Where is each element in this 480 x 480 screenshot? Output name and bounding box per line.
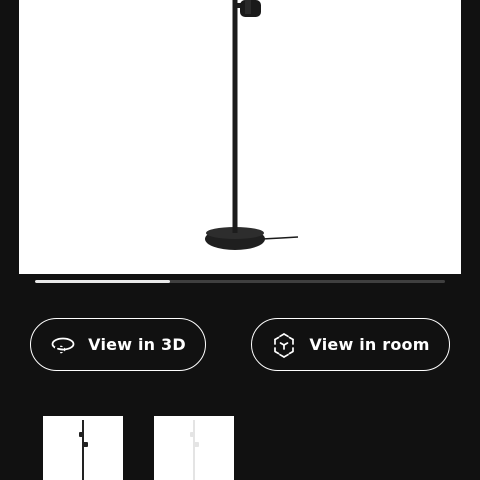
view-in-room-label: View in room: [309, 335, 430, 354]
image-carousel-progress-fill: [35, 280, 171, 283]
augmented-reality-cube-icon: [271, 332, 297, 358]
view-in-3d-button[interactable]: View in 3D: [30, 318, 206, 371]
view-in-3d-label: View in 3D: [88, 335, 186, 354]
floor-lamp-white-two-spots-thumbnail: [190, 420, 199, 480]
view-in-room-button[interactable]: View in room: [251, 318, 450, 371]
product-image[interactable]: [19, 0, 461, 274]
floor-lamp-illustration: [205, 0, 299, 250]
floor-lamp-black-two-spots-thumbnail: [79, 420, 88, 480]
thumbnail-white-lamp[interactable]: [154, 416, 234, 480]
rotate-3d-icon: [50, 332, 76, 358]
product-detail-screen: View in 3D View in room: [0, 0, 480, 480]
thumbnail-black-lamp[interactable]: [43, 416, 123, 480]
image-carousel-progress: [35, 280, 445, 283]
